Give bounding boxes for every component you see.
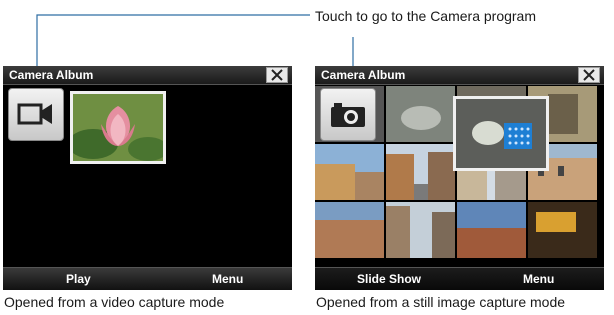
lotus-flower-thumbnail xyxy=(68,94,168,161)
photo-thumbnail[interactable] xyxy=(386,86,455,142)
menu-softkey[interactable]: Menu xyxy=(212,272,243,286)
selected-photo-thumbnail[interactable] xyxy=(453,96,549,171)
title-bar: Camera Album xyxy=(3,66,292,85)
play-softkey[interactable]: Play xyxy=(66,272,91,286)
caption-video-mode: Opened from a video capture mode xyxy=(4,294,225,310)
camera-icon xyxy=(331,103,365,127)
photo-thumbnail-image xyxy=(386,86,455,142)
photo-thumbnail-image xyxy=(315,144,384,200)
photo-thumbnail-image xyxy=(315,202,384,258)
selected-video-thumbnail[interactable] xyxy=(68,91,168,164)
camera-mode-button[interactable] xyxy=(320,88,376,141)
softkey-bar: Slide Show Menu xyxy=(315,267,604,290)
photo-thumbnail-image xyxy=(528,202,597,258)
close-icon xyxy=(583,69,595,81)
video-camera-mode-button[interactable] xyxy=(8,88,64,141)
menu-softkey[interactable]: Menu xyxy=(523,272,554,286)
photo-thumbnail[interactable] xyxy=(386,144,455,200)
photo-thumbnail-image xyxy=(386,144,455,200)
camera-album-screen-still: Camera Album Slide Show Menu xyxy=(315,66,604,290)
title-bar: Camera Album xyxy=(315,66,604,85)
window-title: Camera Album xyxy=(9,68,94,82)
photo-thumbnail[interactable] xyxy=(457,202,526,258)
photo-thumbnail[interactable] xyxy=(315,202,384,258)
photo-thumbnail[interactable] xyxy=(315,144,384,200)
photo-thumbnail-image xyxy=(457,202,526,258)
caption-still-mode: Opened from a still image capture mode xyxy=(316,294,566,310)
photo-thumbnail[interactable] xyxy=(528,202,597,258)
window-title: Camera Album xyxy=(321,68,406,82)
slide-show-softkey[interactable]: Slide Show xyxy=(357,272,421,286)
video-camera-icon xyxy=(17,103,52,125)
close-icon xyxy=(271,69,283,81)
softkey-bar: Play Menu xyxy=(3,267,292,290)
close-button[interactable] xyxy=(266,67,288,83)
camera-album-screen-video: Camera Album Play Menu xyxy=(3,66,292,290)
photo-thumbnail[interactable] xyxy=(386,202,455,258)
photo-thumbnail-image xyxy=(456,99,546,168)
close-button[interactable] xyxy=(578,67,600,83)
photo-thumbnail-image xyxy=(386,202,455,258)
